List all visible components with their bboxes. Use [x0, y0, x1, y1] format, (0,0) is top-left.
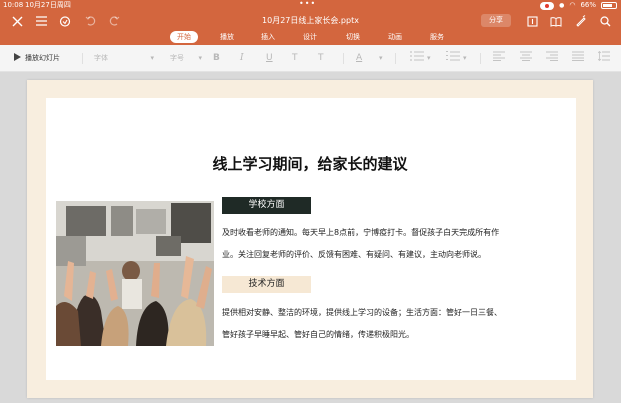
reading-mode-icon[interactable]: [548, 13, 564, 29]
tab-insert[interactable]: 插入: [256, 31, 280, 43]
chevron-down-icon[interactable]: ▾: [379, 51, 383, 65]
align-right-icon[interactable]: [546, 51, 558, 65]
tab-animations[interactable]: 动画: [383, 31, 407, 43]
play-slideshow-label: 播放幻灯片: [25, 54, 60, 62]
formatting-toolbar: 播放幻灯片 字体 ▾ 字号 ▾ B I U T T A ▾ ▾ ▾: [0, 45, 621, 72]
chevron-down-icon[interactable]: ▾: [463, 51, 467, 65]
tab-home[interactable]: 开始: [170, 31, 198, 43]
font-size-placeholder: 字号: [170, 54, 184, 62]
document-title-row: 10月27日线上家长会.pptx 分享: [0, 11, 621, 30]
ribbon-tabs: 开始 播放 插入 设计 切换 动画 服务: [0, 31, 621, 44]
status-right: ● ◠ 66%: [540, 0, 617, 11]
justify-icon[interactable]: [572, 51, 584, 65]
school-heading-label[interactable]: 学校方面: [222, 197, 311, 214]
tab-transitions[interactable]: 切换: [341, 31, 365, 43]
line-spacing-icon[interactable]: [597, 50, 610, 65]
align-center-icon[interactable]: [520, 51, 532, 65]
chevron-down-icon: ▾: [198, 54, 202, 62]
classroom-photo[interactable]: [56, 201, 214, 346]
chevron-down-icon: ▾: [150, 54, 154, 62]
toolbar-divider: [480, 53, 481, 64]
chevron-down-icon[interactable]: ▾: [427, 51, 431, 65]
font-color-button[interactable]: A: [356, 51, 362, 65]
school-text-line-1[interactable]: 及时收看老师的通知。每天早上8点前，宁博疫打卡。督促孩子白天完成所有作: [222, 228, 499, 238]
battery-icon: [601, 2, 617, 9]
numbered-list-icon[interactable]: [446, 51, 460, 65]
pen-annotate-icon[interactable]: [573, 13, 589, 29]
strikethrough-button[interactable]: T: [292, 51, 298, 65]
tab-design[interactable]: 设计: [298, 31, 322, 43]
school-text-line-2[interactable]: 业。关注回复老师的评价、反馈有困难、有疑问、有建议，主动向老师说。: [222, 250, 486, 260]
status-bar: 10:08 10月27日周四 ••• ● ◠ 66%: [0, 0, 621, 11]
play-icon: [14, 53, 21, 61]
classroom-photo-image: [56, 201, 214, 346]
slide-title[interactable]: 线上学习期间，给家长的建议: [27, 153, 593, 174]
screen-record-icon: [540, 1, 555, 10]
align-left-icon[interactable]: [493, 51, 505, 65]
battery-percent: 66%: [580, 1, 596, 9]
tab-play[interactable]: 播放: [215, 31, 239, 43]
toolbar-divider: [395, 53, 396, 64]
orientation-lock-icon: ●: [559, 2, 565, 9]
bold-button[interactable]: B: [213, 51, 220, 65]
search-icon[interactable]: [597, 13, 613, 29]
tech-text-line-1[interactable]: 提供相对安静、整洁的环境，提供线上学习的设备；生活方面：管好一日三餐、: [222, 308, 502, 318]
tech-text-line-2[interactable]: 管好孩子早睡早起、管好自己的情绪，传递积极阳光。: [222, 330, 414, 340]
toolbar-divider: [82, 53, 83, 64]
play-slideshow-button[interactable]: 播放幻灯片: [14, 51, 60, 65]
status-date: 10月27日周四: [25, 1, 71, 9]
italic-button[interactable]: I: [240, 51, 244, 65]
multitask-dots-icon[interactable]: •••: [299, 0, 316, 9]
font-family-placeholder: 字体: [94, 54, 108, 62]
share-button[interactable]: 分享: [481, 14, 511, 27]
title-bar: 10:08 10月27日周四 ••• ● ◠ 66% 10月27日线上家长会.p…: [0, 0, 621, 45]
font-family-select[interactable]: 字体 ▾: [94, 51, 156, 65]
underline-button[interactable]: U: [266, 51, 273, 65]
tab-services[interactable]: 服务: [425, 31, 449, 43]
superscript-button[interactable]: T: [318, 51, 324, 65]
bullet-list-icon[interactable]: [410, 51, 424, 65]
wifi-icon: ◠: [569, 1, 576, 9]
tech-heading-label[interactable]: 技术方面: [222, 276, 311, 293]
slide-panel-icon[interactable]: [524, 13, 540, 29]
font-size-select[interactable]: 字号 ▾: [170, 51, 202, 65]
status-time: 10:08: [3, 1, 24, 9]
toolbar-divider: [343, 53, 344, 64]
slide-canvas[interactable]: 线上学习期间，给家长的建议 学校方面 及时收看老师的通知。每天早上8点前，宁博疫…: [27, 80, 593, 398]
